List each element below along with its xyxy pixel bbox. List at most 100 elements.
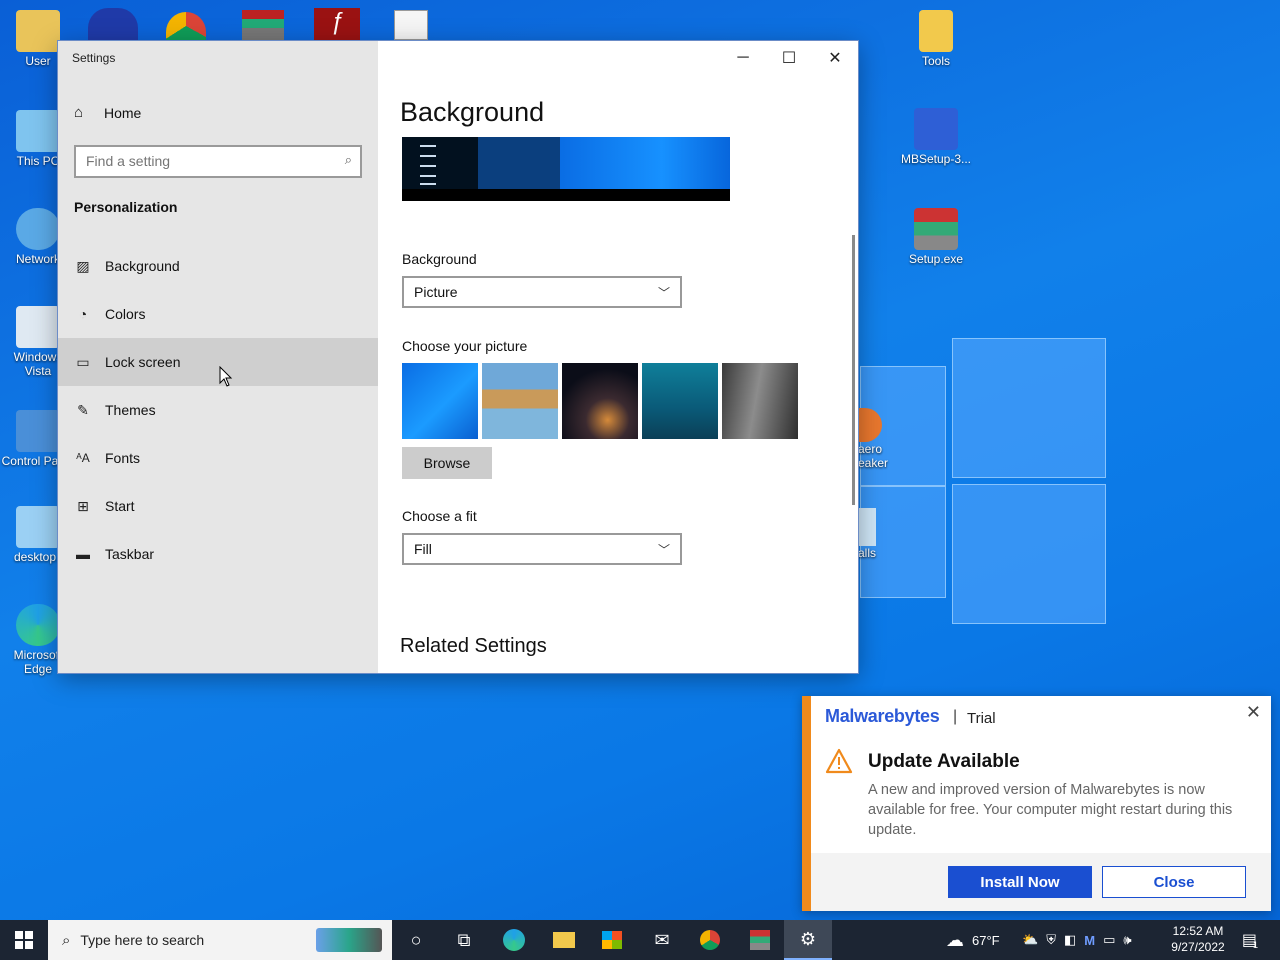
desktop-icon-tools[interactable]: Tools xyxy=(898,10,974,68)
malwarebytes-icon[interactable] xyxy=(88,8,138,40)
mouse-cursor-icon xyxy=(219,366,233,387)
choose-picture-label: Choose your picture xyxy=(402,338,528,354)
themes-brush-icon: ✎ xyxy=(77,401,89,418)
winrar-icon[interactable] xyxy=(242,10,284,40)
browse-button[interactable]: Browse xyxy=(402,447,492,479)
popup-footer: Install Now Close xyxy=(811,853,1271,911)
flash-icon[interactable]: ƒ xyxy=(314,8,360,40)
update-heading: Update Available xyxy=(868,751,1020,772)
desktop-icon-partial-tweaker[interactable]: aero eaker xyxy=(858,408,898,470)
lock-screen-icon: ▭ xyxy=(76,353,90,370)
action-center-button[interactable]: ▤ 1 xyxy=(1228,920,1272,960)
desktop-icon-setup[interactable]: Setup.exe xyxy=(898,208,974,266)
winrar-installer-icon xyxy=(914,208,958,250)
malwarebytes-tray-icon[interactable]: M xyxy=(1084,933,1095,948)
meet-now-icon[interactable]: ◧ xyxy=(1064,932,1076,948)
picture-thumbnail-beach[interactable] xyxy=(482,363,558,439)
wallpaper-windows-logo xyxy=(860,338,1106,624)
fonts-icon: ᴬA xyxy=(76,451,90,465)
malwarebytes-logo: Malwarebytes xyxy=(825,706,940,726)
picture-thumbnail-windows[interactable] xyxy=(402,363,478,439)
find-setting-input[interactable] xyxy=(76,147,316,175)
desktop-top-row: ƒ xyxy=(84,0,444,40)
taskbar-icon: ▬ xyxy=(76,546,90,562)
page-title: Background xyxy=(400,97,545,127)
shield-icon[interactable]: ⛨ xyxy=(1046,932,1056,948)
winrar-taskbar-icon[interactable] xyxy=(736,920,784,960)
close-icon[interactable]: ✕ xyxy=(1246,702,1261,723)
system-clock[interactable]: 12:52 AM 9/27/2022 xyxy=(1160,923,1236,955)
start-button[interactable] xyxy=(0,920,48,960)
picture-thumbnail-underwater[interactable] xyxy=(642,363,718,439)
nav-item-background[interactable]: ▨ Background xyxy=(58,242,378,290)
palette-icon: ◔ xyxy=(78,306,88,322)
warning-icon xyxy=(825,748,853,774)
nav-item-fonts[interactable]: ᴬA Fonts xyxy=(58,434,378,482)
volume-icon[interactable]: 🕪 xyxy=(1123,932,1131,948)
settings-taskbar-icon[interactable]: ⚙ xyxy=(784,920,832,960)
picture-thumbnail-night-sky[interactable] xyxy=(562,363,638,439)
notification-count: 1 xyxy=(1253,940,1259,950)
install-now-button[interactable]: Install Now xyxy=(948,866,1092,898)
file-explorer-icon[interactable] xyxy=(540,920,588,960)
nav-item-taskbar[interactable]: ▬ Taskbar xyxy=(58,530,378,578)
nav-item-start[interactable]: ⊞ Start xyxy=(58,482,378,530)
windows-logo-icon xyxy=(15,931,33,949)
computer-icon xyxy=(16,110,60,152)
edge-taskbar-icon[interactable] xyxy=(490,920,538,960)
settings-content: Background Background Picture ﹀ Choose y… xyxy=(378,41,858,673)
cloud-icon: ☁ xyxy=(946,929,964,950)
fit-dropdown[interactable]: Fill ﹀ xyxy=(402,533,682,565)
search-icon: ⌕ xyxy=(62,931,71,949)
choose-fit-label: Choose a fit xyxy=(402,508,477,524)
clock-time: 12:52 AM xyxy=(1172,924,1224,938)
settings-nav-pane: Settings ⌂ Home ⌕ Personalization ▨ Back… xyxy=(58,41,378,673)
search-icon: ⌕ xyxy=(344,152,352,167)
document-icon[interactable] xyxy=(394,10,428,40)
taskbar-search-box[interactable]: ⌕ Type here to search xyxy=(48,920,392,960)
chevron-down-icon: ﹀ xyxy=(657,543,670,557)
background-label: Background xyxy=(402,251,477,267)
nav-item-lock-screen[interactable]: ▭ Lock screen xyxy=(58,338,378,386)
section-title: Personalization xyxy=(74,199,178,215)
home-icon: ⌂ xyxy=(74,104,84,121)
settings-file-icon xyxy=(16,506,60,548)
close-button[interactable]: Close xyxy=(1102,866,1246,898)
chrome-icon[interactable] xyxy=(166,12,206,40)
nav-item-colors[interactable]: ◔ Colors xyxy=(58,290,378,338)
find-setting-search[interactable]: ⌕ xyxy=(74,145,362,178)
taskbar: ⌕ Type here to search ○ ⧉ ✉ ⚙ ☁ 67°F ⛅ ⛨… xyxy=(0,920,1280,960)
related-settings-title: Related Settings xyxy=(400,635,547,657)
picture-thumbnail-waterfall[interactable] xyxy=(722,363,798,439)
malwarebytes-update-popup: Malwarebytes | Trial ✕ Update Available … xyxy=(802,696,1271,911)
network-off-icon[interactable]: ⛅ xyxy=(1022,932,1038,948)
desktop-icon-mbsetup[interactable]: MBSetup-3... xyxy=(898,108,974,166)
task-view-button[interactable]: ⧉ xyxy=(440,920,488,960)
content-scrollbar[interactable] xyxy=(852,235,855,505)
trial-label: Trial xyxy=(967,710,996,727)
background-preview xyxy=(402,137,730,201)
update-message: A new and improved version of Malwarebyt… xyxy=(868,782,1233,838)
chrome-taskbar-icon[interactable] xyxy=(686,920,734,960)
tray-icons: ⛅ ⛨ ◧ M ▭ 🕪 xyxy=(1022,920,1132,960)
desktop-icon-partial-dlls[interactable]: alls xyxy=(858,508,898,560)
search-highlight-icon xyxy=(316,928,382,952)
control-panel-icon xyxy=(16,410,60,452)
chevron-down-icon: ﹀ xyxy=(657,286,670,300)
network-icon[interactable]: ▭ xyxy=(1103,932,1115,948)
cortana-button[interactable]: ○ xyxy=(392,920,440,960)
folder-icon xyxy=(919,10,953,52)
nav-home[interactable]: ⌂ Home xyxy=(74,104,141,121)
weather-widget[interactable]: ☁ 67°F xyxy=(946,920,1000,960)
start-grid-icon: ⊞ xyxy=(77,497,89,514)
mail-icon[interactable]: ✉ xyxy=(638,920,686,960)
window-title: Settings xyxy=(72,51,116,65)
settings-window[interactable]: Settings ⌂ Home ⌕ Personalization ▨ Back… xyxy=(58,41,858,673)
background-dropdown[interactable]: Picture ﹀ xyxy=(402,276,682,308)
dll-file-icon xyxy=(858,508,876,546)
picture-icon: ▨ xyxy=(76,257,90,274)
store-icon[interactable] xyxy=(588,920,636,960)
edge-icon xyxy=(16,604,60,646)
nav-item-themes[interactable]: ✎ Themes xyxy=(58,386,378,434)
recycle-bin-icon xyxy=(16,306,60,348)
